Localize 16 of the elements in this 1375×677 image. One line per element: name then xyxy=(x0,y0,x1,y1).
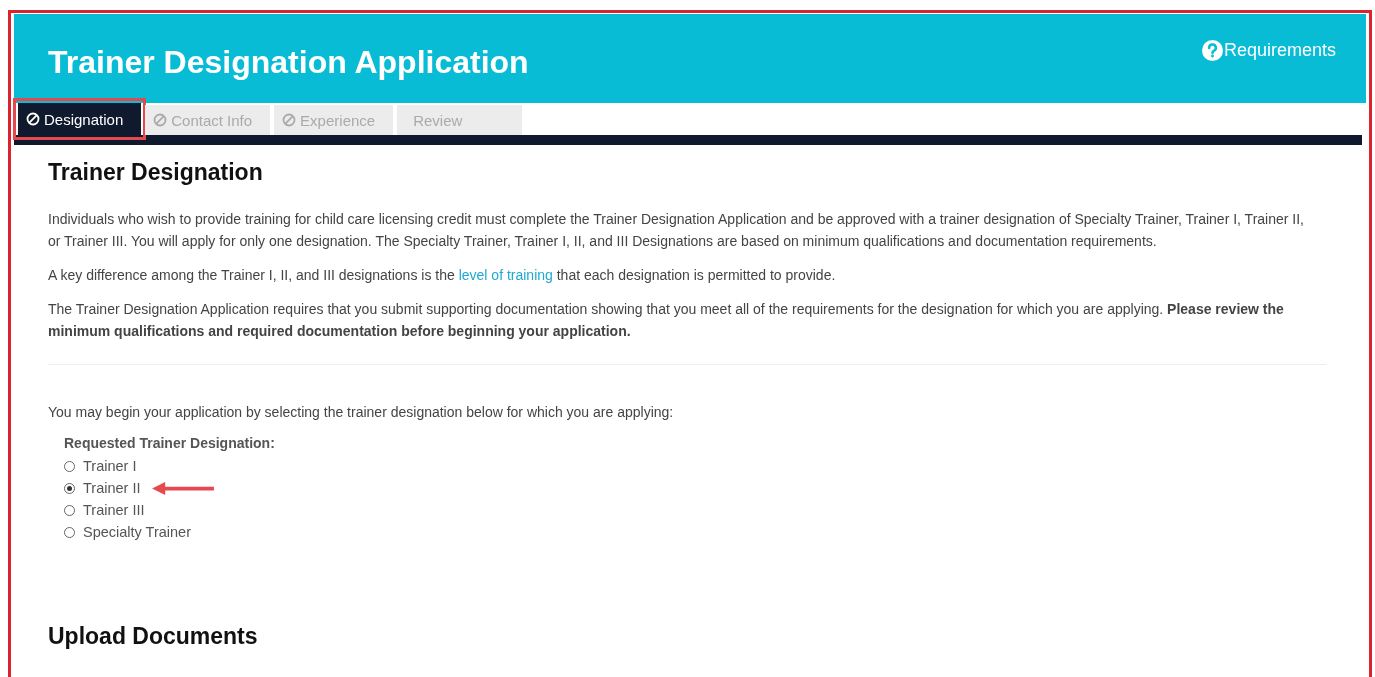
radio-option[interactable]: Trainer I xyxy=(64,458,137,474)
help-icon xyxy=(1201,40,1223,61)
paragraph: Individuals who wish to provide training for child care licensing credit must complete the Trainer Designation Application and be approved with a trainer designation of Specialty Trainer, Trainer I, Trainer II, or Trainer III. You will apply for only one designation. The Specialty Trainer, Trainer I, II, and III Designations are based on minimum qualifications and documentation requirements. xyxy=(48,210,1305,251)
section-heading: Upload Documents xyxy=(48,623,259,650)
radio-option[interactable]: Trainer II xyxy=(64,480,141,496)
prohibited-icon xyxy=(153,113,168,127)
radio-option[interactable]: Trainer III xyxy=(64,502,145,518)
instruction-text: You may begin your application by selecting the trainer designation below for which you are applying: xyxy=(48,403,675,422)
section-heading: Trainer Designation xyxy=(48,159,264,186)
prohibited-icon xyxy=(282,113,297,127)
page-title: Trainer Designation Application xyxy=(48,44,529,81)
radio-option[interactable]: Specialty Trainer xyxy=(64,524,191,540)
field-label: Requested Trainer Designation: xyxy=(64,435,276,451)
prohibited-icon xyxy=(26,112,40,126)
paragraph: A key difference among the Trainer I, II, and III designations is the level of training that each designation is permitted to provide. xyxy=(48,266,837,285)
paragraph: The Trainer Designation Application requires that you submit supporting documentation showing that you meet all of the requirements for the designation for which you are applying. Please review the minimum qualifications and required documentation before beginning your application. xyxy=(48,300,1285,341)
